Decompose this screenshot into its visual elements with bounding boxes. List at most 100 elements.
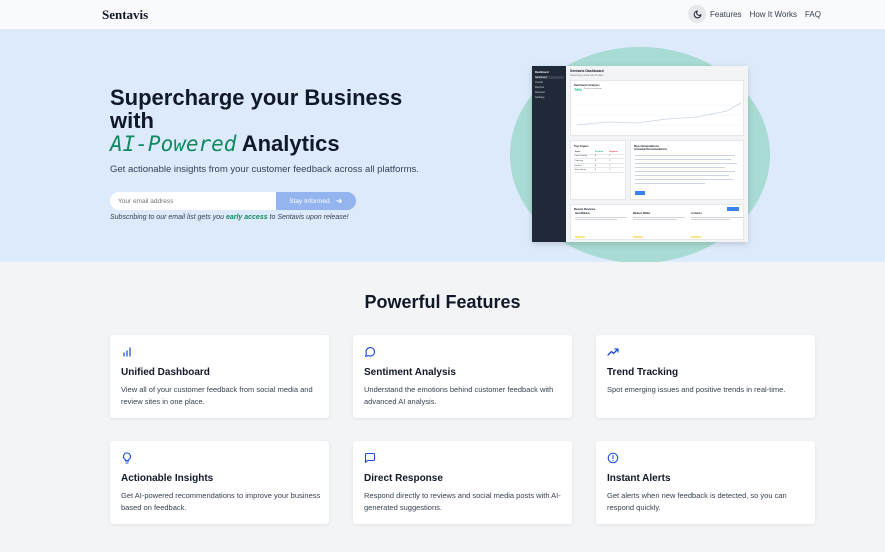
dashboard-preview-image: Dashboard Sentiment Trends Reports Revie…: [532, 66, 748, 242]
nav-faq-link[interactable]: FAQ: [805, 10, 821, 19]
dash-topics-table: Topic Positive Negative Food Quality 8 2…: [574, 150, 624, 173]
reviewer-name: Alex Williams: [575, 213, 590, 215]
hero-title-line3: AI-Powered Analytics: [110, 132, 430, 156]
hero-ai-powered: AI-Powered: [110, 132, 237, 156]
stay-informed-button[interactable]: Stay Informed: [276, 192, 356, 210]
top-navbar: Sentavis Features How It Works FAQ: [0, 0, 885, 30]
dash-sidebar-item: Trends: [535, 81, 543, 84]
rec-line: [635, 167, 725, 168]
feature-desc: Spot emerging issues and positive trends…: [607, 385, 786, 394]
feature-card-direct-response: Direct Response Respond directly to revi…: [353, 441, 572, 524]
features-heading: Powerful Features: [364, 292, 521, 312]
review-badge: [575, 235, 585, 238]
dash-sidebar-item: Reviews: [535, 91, 545, 94]
rec-line: [635, 159, 731, 160]
nav-links: Features How It Works FAQ: [710, 10, 821, 19]
feature-title: Sentiment Analysis: [364, 367, 456, 378]
trend-up-icon: [607, 348, 619, 356]
table-row: Store Hours 4 2: [574, 167, 624, 173]
feature-card-unified-dashboard: Unified Dashboard View all of your custo…: [110, 335, 329, 418]
dash-sentiment-card: Sentiment Analysis 78% Positive sentimen…: [570, 80, 744, 136]
reviewer-name: Jo Garcia: [691, 213, 702, 215]
hero-analytics: Analytics: [236, 131, 340, 156]
rec-action-button: [635, 191, 645, 195]
dash-sidebar-item: Reports: [535, 86, 545, 89]
review-item: Alex Williams: [575, 213, 627, 239]
hero-title-line2: with: [110, 108, 154, 133]
rec-line: [635, 155, 735, 156]
dash-title: Sentavis Dashboard: [570, 69, 604, 73]
nav-features-link[interactable]: Features: [710, 10, 742, 19]
feature-card-actionable-insights: Actionable Insights Get AI-powered recom…: [110, 441, 329, 524]
hero-title: Supercharge your Business with AI-Powere…: [110, 86, 430, 156]
review-line: [691, 216, 743, 218]
feature-title: Instant Alerts: [607, 473, 671, 484]
hero-section: Supercharge your Business with AI-Powere…: [0, 30, 885, 262]
review-line: [633, 219, 678, 221]
dash-reviews-card: Recent Reviews Alex Williams Madison Wal…: [570, 204, 744, 240]
feature-title: Actionable Insights: [121, 473, 214, 484]
chat-bubble-icon: [364, 347, 376, 358]
dash-topics-label: Top Topics: [574, 144, 589, 148]
review-item: Jo Garcia: [691, 213, 743, 239]
review-badge: [691, 235, 701, 238]
nav-how-it-works-link[interactable]: How It Works: [750, 10, 797, 19]
dash-range: Select time period Last 30 days: [570, 74, 604, 77]
feature-card-trend-tracking: Trend Tracking Spot emerging issues and …: [596, 335, 815, 418]
feature-desc: Understand the emotions behind customer …: [364, 385, 554, 406]
alert-circle-icon: [607, 452, 619, 464]
feature-desc: Respond directly to reviews and social m…: [364, 491, 561, 512]
dash-sentiment-chart: [577, 102, 741, 126]
review-line: [691, 219, 730, 221]
dashboard-main: Sentavis Dashboard Select time period La…: [566, 66, 748, 242]
lightbulb-icon: [123, 452, 131, 464]
hero-note: Subscribing to our email list gets you e…: [110, 214, 349, 221]
feature-title: Trend Tracking: [607, 367, 679, 378]
topics-cell: Store Hours: [574, 167, 595, 173]
hero-title-line1: Supercharge your Business: [110, 85, 403, 110]
arrow-right-icon: [336, 198, 342, 204]
review-line: [575, 219, 617, 221]
review-item: Madison Walker: [633, 213, 685, 239]
theme-toggle-button[interactable]: [688, 5, 706, 23]
feature-title: Direct Response: [364, 473, 443, 484]
message-square-icon: [364, 452, 376, 464]
brand-logo[interactable]: Sentavis: [102, 7, 148, 23]
note-text-after: to Sentavis upon release!: [267, 214, 349, 221]
dash-topics-card: Top Topics Topic Positive Negative Food …: [570, 140, 626, 200]
dash-sidebar-item: Settings: [535, 96, 545, 99]
rec-line: [635, 179, 733, 180]
dash-recommendations-label: Recommendations: [634, 144, 660, 148]
rec-line: [635, 183, 705, 184]
hero-subtitle: Get actionable insights from your custom…: [110, 164, 419, 175]
topics-cell: 4: [594, 167, 609, 173]
review-line: [633, 216, 685, 218]
email-input[interactable]: [110, 192, 276, 210]
stay-informed-label: Stay Informed: [289, 197, 330, 205]
feature-title: Unified Dashboard: [121, 367, 210, 378]
note-highlight: early access: [225, 214, 268, 221]
dash-recommendations-card: Recommendations Actionable Recommendatio…: [630, 140, 744, 200]
rec-line: [635, 171, 735, 172]
moon-icon: [693, 10, 701, 18]
dash-reviews-label: Recent Reviews: [574, 207, 596, 211]
feature-desc: Get alerts when new feedback is detected…: [607, 491, 787, 512]
rec-line: [635, 163, 737, 164]
note-text-before: Subscribing to our email list gets you: [110, 214, 226, 221]
reviews-filter-button: [727, 207, 739, 211]
dash-sidebar-item: Sentiment: [535, 76, 564, 79]
feature-desc: Get AI-powered recommendations to improv…: [121, 491, 321, 512]
feature-card-sentiment-analysis: Sentiment Analysis Understand the emotio…: [353, 335, 572, 418]
bar-chart-icon: [123, 347, 131, 357]
reviewer-name: Madison Walker: [633, 213, 651, 215]
rec-line: [635, 175, 729, 176]
review-badge: [633, 235, 643, 238]
dashboard-sidebar: Dashboard Sentiment Trends Reports Revie…: [532, 66, 566, 242]
topics-cell: 2: [608, 167, 624, 173]
dash-sidebar-item: Dashboard: [535, 71, 549, 74]
dash-sentiment-value: 78%: [574, 87, 583, 92]
dash-recommendations-sub: Actionable Recommendations: [634, 149, 667, 151]
feature-card-instant-alerts: Instant Alerts Get alerts when new feedb…: [596, 441, 815, 524]
review-line: [575, 216, 627, 218]
dash-sentiment-sub: Positive sentiment: [584, 88, 602, 90]
